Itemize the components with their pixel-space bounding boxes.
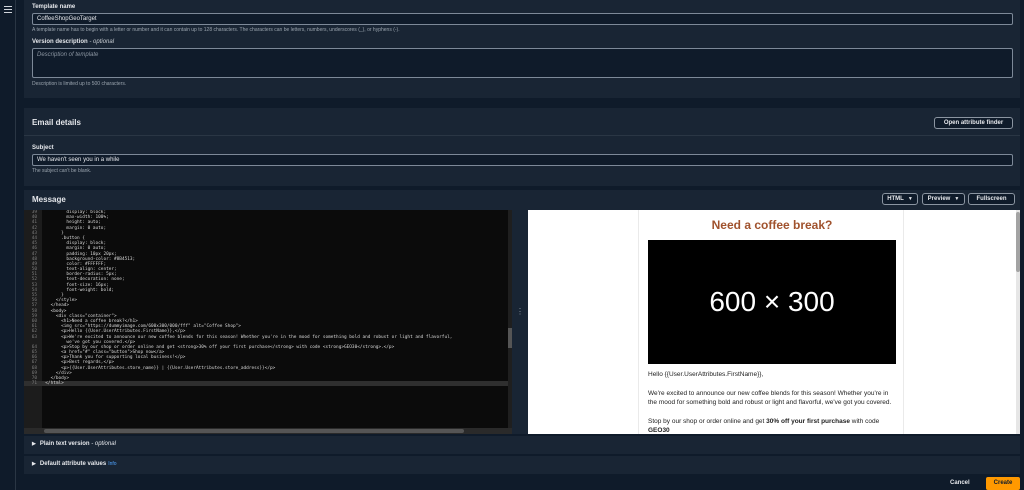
subject-input[interactable]: We haven't seen you in a while bbox=[32, 154, 1013, 166]
info-link[interactable]: Info bbox=[108, 461, 116, 467]
code-line[interactable]: 71 </html> bbox=[24, 381, 512, 387]
preview-heading: Need a coffee break? bbox=[711, 218, 833, 232]
template-name-input[interactable]: CoffeeShopGeoTarget bbox=[32, 13, 1013, 25]
line-text: <p>{{User.UserAttributes.store_name}} | … bbox=[40, 365, 276, 371]
subject-label: Subject bbox=[32, 145, 54, 151]
preview-vertical-scrollbar[interactable] bbox=[1016, 210, 1020, 434]
open-attribute-finder-button[interactable]: Open attribute finder bbox=[934, 117, 1013, 129]
line-number: 71 bbox=[31, 381, 37, 387]
line-text: </html> bbox=[40, 381, 64, 387]
version-description-label: Version description - optional bbox=[32, 39, 115, 45]
fullscreen-button[interactable]: Fullscreen bbox=[968, 193, 1015, 205]
preview-paragraph-1: We're excited to announce our new coffee… bbox=[648, 390, 892, 406]
default-attribute-values-toggle[interactable]: ▶ Default attribute values Info bbox=[24, 456, 1020, 474]
editor-horizontal-scrollbar[interactable] bbox=[24, 428, 512, 434]
code-editor[interactable]: 39 display: block; 40 max-width: 100%; 41 … bbox=[24, 210, 512, 434]
plain-text-version-toggle[interactable]: ▶ Plain text version - optional bbox=[24, 436, 1020, 454]
email-details-title: Email details bbox=[32, 118, 81, 127]
code-content[interactable]: 39 display: block; 40 max-width: 100%; 41 … bbox=[24, 210, 512, 387]
template-name-hint: A template name has to begin with a lett… bbox=[32, 27, 400, 33]
section-divider bbox=[24, 135, 1020, 136]
template-editor-app: Template name CoffeeShopGeoTarget A temp… bbox=[0, 0, 1024, 490]
pane-splitter[interactable]: ⋮ bbox=[514, 210, 524, 434]
subject-hint: The subject can't be blank. bbox=[32, 168, 92, 174]
preview-greeting: Hello {{User.UserAttributes.FirstName}}, bbox=[648, 371, 764, 378]
email-details-panel bbox=[24, 108, 1020, 186]
left-nav-bar bbox=[0, 0, 16, 490]
drag-handle-icon[interactable]: ⋮ bbox=[516, 308, 524, 330]
preview-paragraph-2: Stop by our shop or order online and get… bbox=[648, 418, 880, 434]
chevron-down-icon: ▼ bbox=[907, 196, 913, 202]
template-name-label: Template name bbox=[32, 4, 76, 10]
editor-vertical-scrollbar[interactable] bbox=[508, 210, 512, 434]
email-preview-body: Need a coffee break? 600 × 300 Hello {{U… bbox=[638, 210, 904, 434]
message-title: Message bbox=[32, 195, 66, 204]
chevron-down-icon: ▼ bbox=[954, 196, 960, 202]
format-select[interactable]: HTML ▼ bbox=[882, 193, 918, 205]
cancel-button[interactable]: Cancel bbox=[950, 480, 970, 486]
version-description-hint: Description is limited up to 500 charact… bbox=[32, 81, 127, 87]
caret-right-icon: ▶ bbox=[32, 441, 36, 447]
create-button[interactable]: Create bbox=[986, 477, 1020, 490]
caret-right-icon: ▶ bbox=[32, 461, 36, 467]
preview-placeholder-image: 600 × 300 bbox=[648, 240, 896, 364]
version-description-textarea[interactable]: Description of template bbox=[32, 48, 1013, 78]
view-mode-select[interactable]: Preview ▼ bbox=[922, 193, 965, 205]
email-preview-pane: Need a coffee break? 600 × 300 Hello {{U… bbox=[528, 210, 1020, 434]
hamburger-menu-icon[interactable] bbox=[4, 6, 12, 14]
